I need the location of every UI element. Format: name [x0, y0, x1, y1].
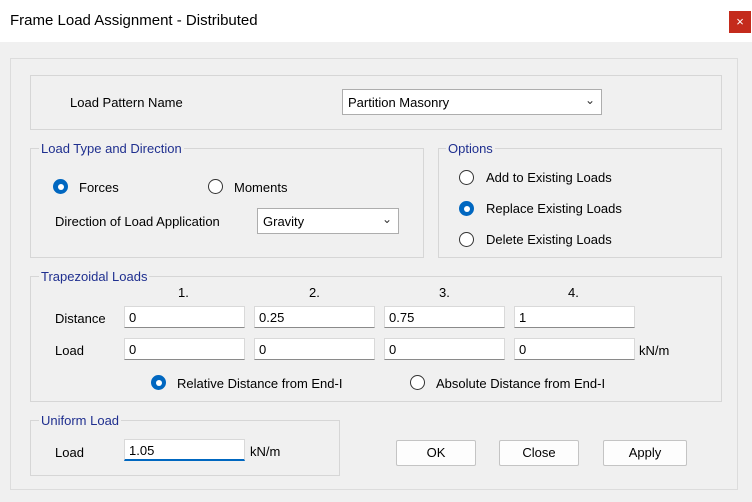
forces-radio[interactable] — [53, 179, 68, 194]
replace-existing-radio[interactable] — [459, 201, 474, 216]
distance-row-label: Distance — [55, 311, 106, 326]
uniform-load-label: Load — [55, 445, 84, 460]
distance-input-2[interactable]: 0.25 — [254, 306, 375, 328]
distance-value-4: 1 — [519, 310, 527, 325]
column-header-4: 4. — [568, 285, 579, 300]
column-header-1: 1. — [178, 285, 189, 300]
uniform-load-legend: Uniform Load — [39, 413, 122, 428]
load-type-group — [30, 148, 424, 258]
absolute-distance-radio[interactable] — [410, 375, 425, 390]
close-button[interactable]: Close — [499, 440, 579, 466]
column-header-2: 2. — [309, 285, 320, 300]
options-legend: Options — [446, 141, 495, 156]
direction-value: Gravity — [263, 214, 305, 229]
title-bar: Frame Load Assignment - Distributed × — [0, 0, 752, 42]
chevron-down-icon: ⌄ — [584, 93, 595, 107]
replace-existing-label: Replace Existing Loads — [486, 201, 622, 216]
column-header-3: 3. — [439, 285, 450, 300]
window-title: Frame Load Assignment - Distributed — [10, 12, 258, 29]
load-pattern-value: Partition Masonry — [348, 95, 450, 110]
load-row-label: Load — [55, 343, 84, 358]
add-existing-label: Add to Existing Loads — [486, 170, 612, 185]
absolute-distance-label: Absolute Distance from End-I — [436, 376, 606, 391]
uniform-load-value: 1.05 — [129, 443, 155, 458]
moments-radio[interactable] — [208, 179, 223, 194]
load-input-2[interactable]: 0 — [254, 338, 375, 360]
distance-value-3: 0.75 — [389, 310, 415, 325]
direction-label: Direction of Load Application — [55, 214, 220, 229]
uniform-load-unit: kN/m — [250, 444, 281, 459]
relative-distance-radio[interactable] — [151, 375, 166, 390]
relative-distance-label: Relative Distance from End-I — [177, 376, 343, 391]
forces-label: Forces — [79, 180, 119, 195]
trapezoidal-legend: Trapezoidal Loads — [39, 269, 150, 284]
distance-input-3[interactable]: 0.75 — [384, 306, 505, 328]
load-type-legend: Load Type and Direction — [39, 141, 184, 156]
add-existing-radio[interactable] — [459, 170, 474, 185]
distance-value-1: 0 — [129, 310, 137, 325]
load-pattern-select[interactable]: Partition Masonry ⌄ — [342, 89, 602, 115]
distance-input-1[interactable]: 0 — [124, 306, 245, 328]
distance-value-2: 0.25 — [259, 310, 285, 325]
load-input-4[interactable]: 0 — [514, 338, 635, 360]
moments-label: Moments — [234, 180, 288, 195]
distance-input-4[interactable]: 1 — [514, 306, 635, 328]
delete-existing-label: Delete Existing Loads — [486, 232, 612, 247]
load-value-2: 0 — [259, 342, 267, 357]
load-input-1[interactable]: 0 — [124, 338, 245, 360]
apply-button[interactable]: Apply — [603, 440, 687, 466]
delete-existing-radio[interactable] — [459, 232, 474, 247]
direction-select[interactable]: Gravity ⌄ — [257, 208, 399, 234]
load-value-3: 0 — [389, 342, 397, 357]
load-value-1: 0 — [129, 342, 137, 357]
load-pattern-label: Load Pattern Name — [70, 95, 183, 110]
close-window-button[interactable]: × — [729, 11, 751, 33]
load-value-4: 0 — [519, 342, 527, 357]
chevron-down-icon: ⌄ — [381, 212, 392, 226]
uniform-load-input[interactable]: 1.05 — [124, 439, 245, 461]
load-input-3[interactable]: 0 — [384, 338, 505, 360]
ok-button[interactable]: OK — [396, 440, 476, 466]
trapezoidal-load-unit: kN/m — [639, 343, 670, 358]
